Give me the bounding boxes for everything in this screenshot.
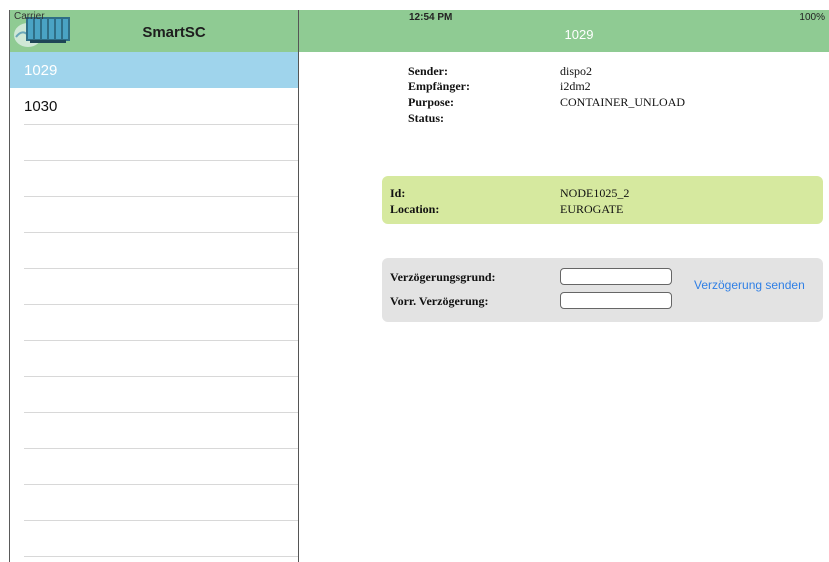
row-separator xyxy=(24,160,298,161)
node-id-value: NODE1025_2 xyxy=(560,186,630,200)
row-separator xyxy=(24,484,298,485)
info-key: Empfänger: xyxy=(408,79,470,93)
delay-form: Verzögerungsgrund: Vorr. Verzögerung: Ve… xyxy=(382,258,823,322)
node-location-label: Location: xyxy=(390,202,440,216)
list-item-label: 1030 xyxy=(24,98,58,115)
info-key: Sender: xyxy=(408,64,448,78)
master-header: Carrier SmartSC xyxy=(10,10,298,52)
list-item-label: 1029 xyxy=(24,62,58,79)
window-edge xyxy=(0,0,9,562)
row-separator xyxy=(24,232,298,233)
carrier-label: Carrier xyxy=(14,11,45,22)
delay-reason-label: Verzögerungsgrund: xyxy=(390,270,496,284)
info-key: Purpose: xyxy=(408,95,454,109)
row-separator xyxy=(24,304,298,305)
row-separator xyxy=(24,412,298,413)
row-separator xyxy=(24,268,298,269)
row-separator xyxy=(24,196,298,197)
info-value: i2dm2 xyxy=(560,79,591,93)
row-separator xyxy=(24,340,298,341)
status-time: 12:54 PM xyxy=(409,12,453,23)
node-id-label: Id: xyxy=(390,186,406,200)
info-value: dispo2 xyxy=(560,64,593,78)
send-delay-button[interactable]: Verzögerung senden xyxy=(694,278,805,292)
node-info-box: Id: NODE1025_2 Location: EUROGATE xyxy=(382,176,823,224)
battery-level: 100% xyxy=(799,12,825,23)
delay-expected-label: Vorr. Verzögerung: xyxy=(390,294,489,308)
info-value: CONTAINER_UNLOAD xyxy=(560,95,686,109)
info-key: Status: xyxy=(408,111,445,125)
row-separator xyxy=(24,556,298,557)
master-panel: Carrier SmartSC 1029 1030 xyxy=(10,10,298,562)
delay-expected-input[interactable] xyxy=(560,292,672,309)
row-separator xyxy=(24,448,298,449)
split-divider xyxy=(298,10,299,562)
master-title: SmartSC xyxy=(142,24,206,41)
row-separator xyxy=(24,520,298,521)
row-separator xyxy=(24,124,298,125)
list-item-1029[interactable]: 1029 xyxy=(10,52,298,88)
list-item-1030[interactable]: 1030 xyxy=(10,88,298,124)
row-separator xyxy=(24,376,298,377)
detail-title: 1029 xyxy=(564,27,594,42)
delay-reason-input[interactable] xyxy=(560,268,672,285)
node-location-value: EUROGATE xyxy=(560,202,624,216)
detail-header: 12:54 PM 100% 1029 xyxy=(299,10,829,52)
